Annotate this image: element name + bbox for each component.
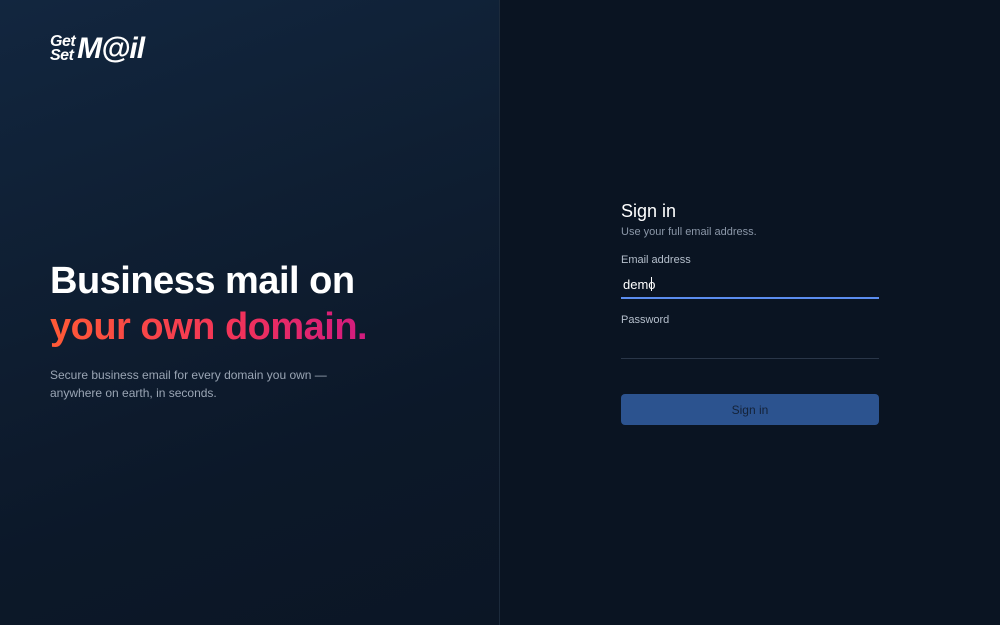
signin-form: Sign in Use your full email address. Ema…: [621, 200, 879, 425]
signin-button[interactable]: Sign in: [621, 394, 879, 425]
hero-headline: Business mail on: [50, 260, 355, 302]
login-page: Get Set M@il Business mail on your own d…: [0, 0, 1000, 625]
hero-subtitle: Secure business email for every domain y…: [50, 368, 327, 400]
password-field[interactable]: [621, 331, 879, 357]
text-caret: [651, 277, 652, 291]
password-field-container: [621, 331, 879, 359]
hero-headline-highlight: your own domain.: [50, 304, 470, 350]
hero-panel: Get Set M@il Business mail on your own d…: [0, 0, 500, 625]
signin-subtitle: Use your full email address.: [621, 226, 757, 238]
logo-wordmark: M@il: [77, 32, 145, 65]
brand-logo: Get Set M@il: [50, 32, 145, 65]
logo-line-2: Set: [50, 47, 74, 64]
password-label: Password: [621, 314, 670, 326]
signin-panel: Sign in Use your full email address. Ema…: [500, 0, 1000, 625]
email-field-container: [621, 271, 879, 299]
logo-stack: Get Set: [50, 34, 76, 64]
signin-title: Sign in: [621, 201, 677, 221]
email-label: Email address: [621, 254, 691, 266]
email-field[interactable]: [621, 271, 879, 297]
hero-section: Business mail on your own domain. Secure…: [50, 258, 470, 402]
